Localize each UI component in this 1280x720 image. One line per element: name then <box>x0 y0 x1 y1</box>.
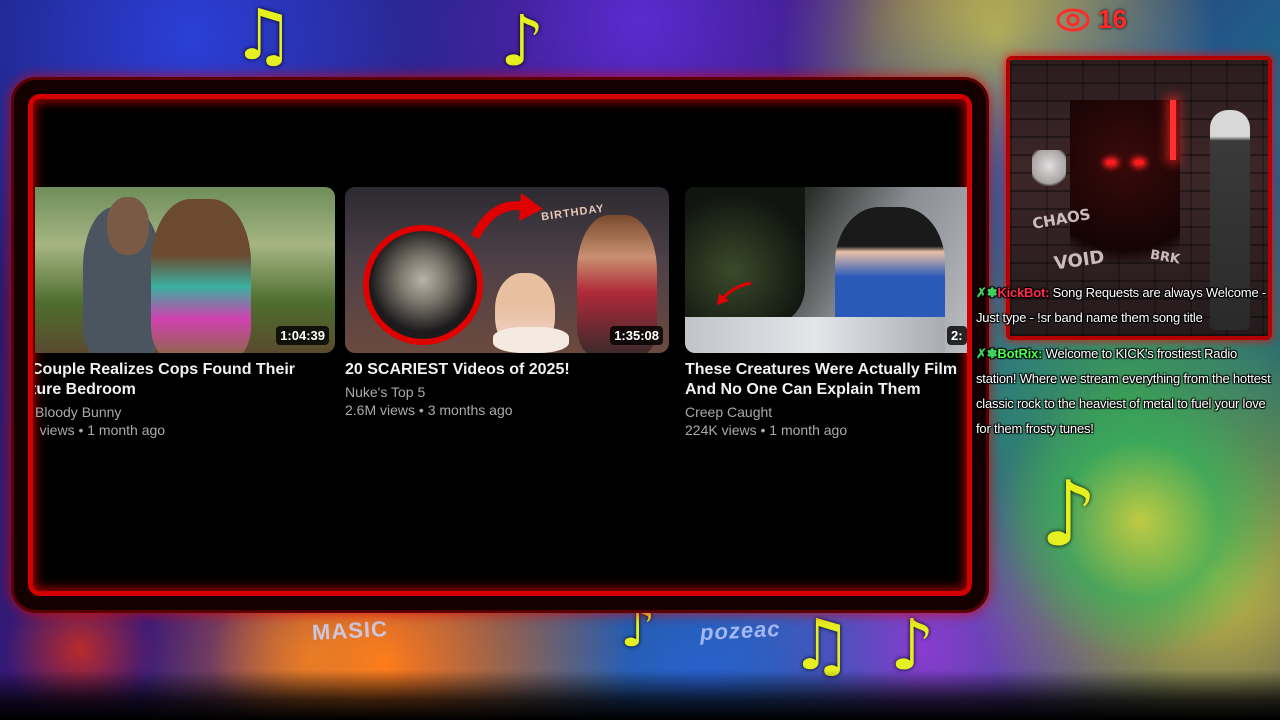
video-thumbnail[interactable]: BIRTHDAY 1:35:08 <box>345 187 669 353</box>
video-title[interactable]: These Creatures Were Actually Film And N… <box>685 360 967 400</box>
thumbnail-person <box>107 197 149 255</box>
video-title[interactable]: Couple Realizes Cops Found Their ture Be… <box>35 360 331 400</box>
thumbnail-person <box>151 199 251 353</box>
video-meta: 2.6M views • 3 months ago <box>345 402 513 418</box>
video-channel[interactable]: Creep Caught <box>685 404 967 420</box>
video-card[interactable]: 2: These Creatures Were Actually Film An… <box>685 187 967 438</box>
bot-badge-icon: ✗✽ <box>976 285 998 300</box>
blanket <box>685 317 945 353</box>
video-duration: 1:35:08 <box>610 326 663 345</box>
video-thumbnail[interactable]: 2: <box>685 187 967 353</box>
chat-username: KickBot: <box>997 285 1050 300</box>
red-arrow-icon <box>717 281 752 305</box>
chat-message: ✗✽KickBot: Song Requests are always Welc… <box>976 280 1276 330</box>
video-meta: 224K views • 1 month ago <box>685 422 848 438</box>
video-row: 1:04:39 Couple Realizes Cops Found Their… <box>35 187 967 447</box>
skull-graphic <box>1032 150 1066 190</box>
bot-badge-icon: ✗✽ <box>976 346 998 361</box>
video-duration: 2: <box>947 326 967 345</box>
video-frame-screen: 1:04:39 Couple Realizes Cops Found Their… <box>28 94 972 596</box>
eye-icon <box>1056 8 1090 31</box>
video-title[interactable]: 20 SCARIEST Videos of 2025! <box>345 360 645 380</box>
red-arrow-icon <box>471 193 543 240</box>
ghost-circle <box>363 225 483 345</box>
video-card[interactable]: 1:04:39 Couple Realizes Cops Found Their… <box>35 187 335 438</box>
music-note-icon: ♫ <box>232 0 295 76</box>
music-note-icon: ♪ <box>1040 462 1098 567</box>
music-note-icon: ♪ <box>500 0 545 82</box>
graffiti-word: pozeac <box>699 615 782 646</box>
video-meta: ' views • 1 month ago <box>35 422 166 438</box>
video-thumbnail[interactable]: 1:04:39 <box>35 187 335 353</box>
video-channel[interactable]: Nuke's Top 5 <box>345 384 669 400</box>
viewer-count: 16 <box>1056 4 1127 35</box>
viewer-count-value: 16 <box>1098 4 1127 34</box>
video-card[interactable]: BIRTHDAY 1:35:08 20 SCARIEST Videos of 2… <box>345 187 669 418</box>
chat-username: BotRix: <box>997 346 1043 361</box>
video-frame: 1:04:39 Couple Realizes Cops Found Their… <box>14 80 986 610</box>
video-channel[interactable]: Bloody Bunny <box>35 404 335 420</box>
bottom-shadow <box>0 670 1280 720</box>
demon-eye <box>1134 160 1144 165</box>
chat-message: ✗✽BotRix: Welcome to KICK's frostiest Ra… <box>976 341 1276 441</box>
graffiti-word: MASIC <box>311 616 389 645</box>
video-duration: 1:04:39 <box>276 326 329 345</box>
window-light <box>1170 100 1176 160</box>
demon-eye <box>1106 160 1116 165</box>
birthday-cake <box>493 327 569 353</box>
